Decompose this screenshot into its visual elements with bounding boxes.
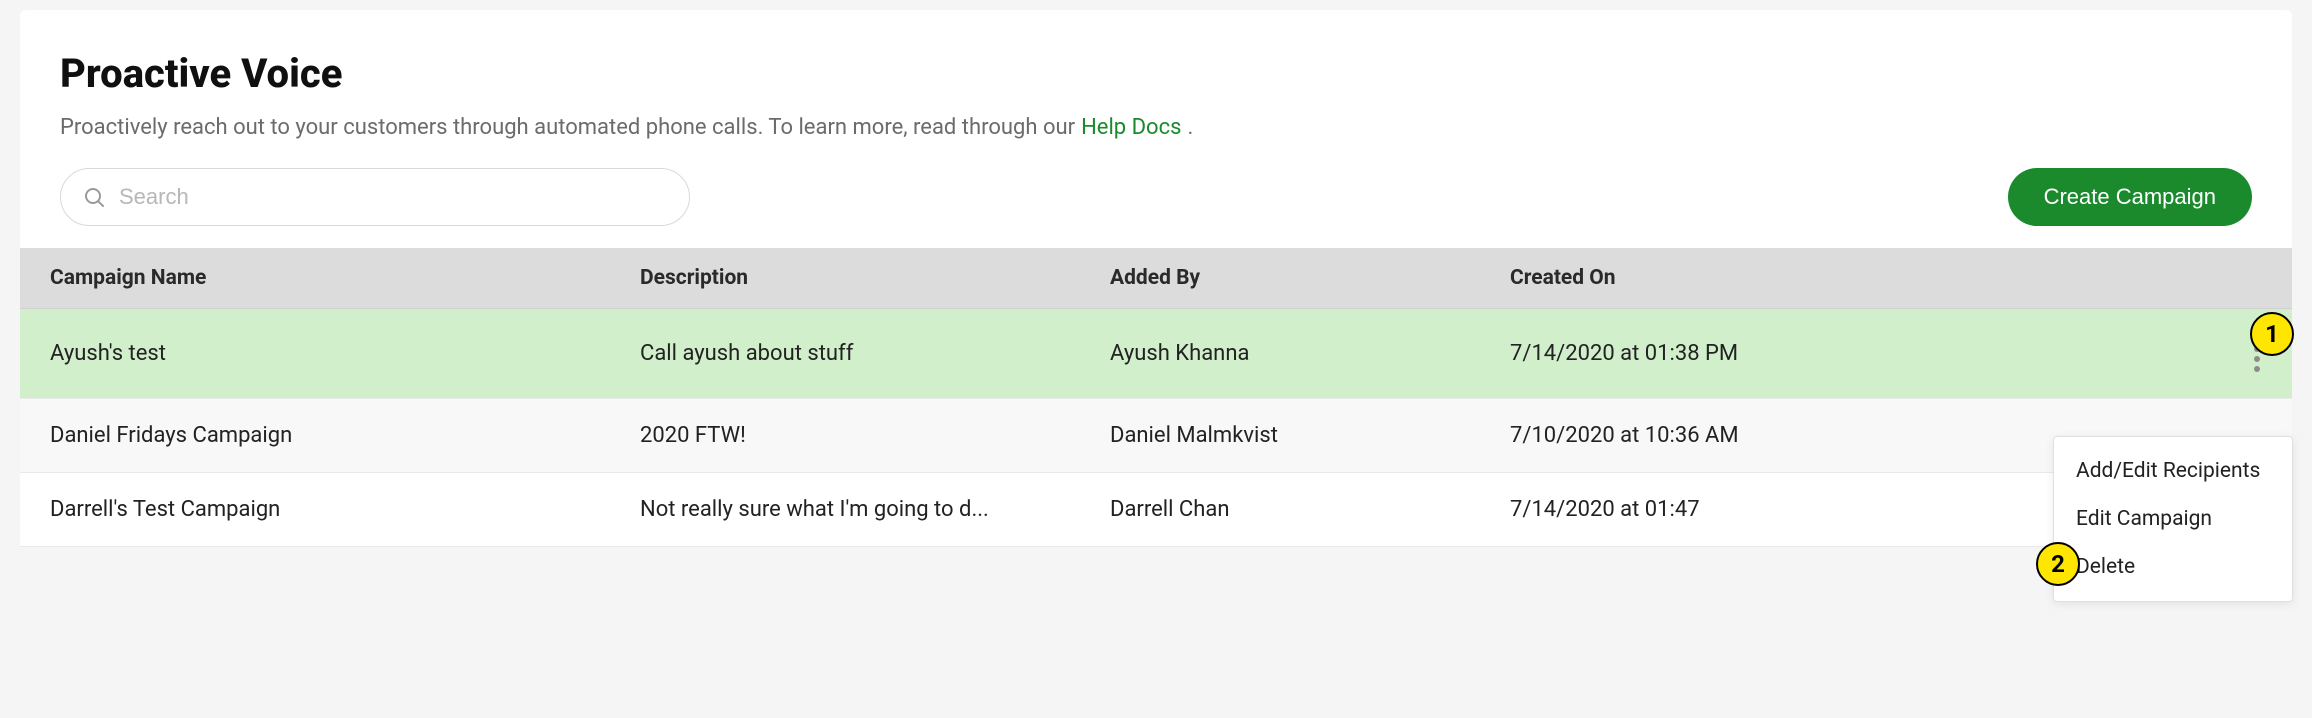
col-header-actions	[2222, 248, 2292, 309]
search-input[interactable]	[60, 168, 690, 226]
search-icon	[82, 185, 106, 209]
cell-description: Call ayush about stuff	[620, 309, 1090, 399]
campaigns-table: Campaign Name Description Added By Creat…	[20, 248, 2292, 547]
row-actions-dropdown: Add/Edit Recipients Edit Campaign Delete	[2053, 436, 2293, 602]
cell-name: Darrell's Test Campaign	[20, 473, 620, 547]
cell-added-by: Darrell Chan	[1090, 473, 1490, 547]
toolbar: Create Campaign	[60, 168, 2252, 226]
table-row[interactable]: Darrell's Test Campaign Not really sure …	[20, 473, 2292, 547]
col-header-description: Description	[620, 248, 1090, 309]
cell-name: Daniel Fridays Campaign	[20, 399, 620, 473]
cell-added-by: Daniel Malmkvist	[1090, 399, 1490, 473]
table-header-row: Campaign Name Description Added By Creat…	[20, 248, 2292, 309]
cell-name: Ayush's test	[20, 309, 620, 399]
subtitle-suffix: .	[1187, 115, 1193, 140]
cell-description: Not really sure what I'm going to d...	[620, 473, 1090, 547]
cell-description: 2020 FTW!	[620, 399, 1090, 473]
search-wrap	[60, 168, 690, 226]
dropdown-add-edit-recipients[interactable]: Add/Edit Recipients	[2054, 447, 2292, 495]
main-card: Proactive Voice Proactively reach out to…	[20, 10, 2292, 547]
page-subtitle: Proactively reach out to your customers …	[60, 115, 2252, 140]
annotation-marker-1: 1	[2250, 312, 2294, 356]
page-title: Proactive Voice	[60, 50, 2252, 97]
table-row[interactable]: Daniel Fridays Campaign 2020 FTW! Daniel…	[20, 399, 2292, 473]
subtitle-text: Proactively reach out to your customers …	[60, 115, 1075, 140]
help-docs-link[interactable]: Help Docs	[1081, 115, 1181, 140]
table-row[interactable]: Ayush's test Call ayush about stuff Ayus…	[20, 309, 2292, 399]
col-header-added-by: Added By	[1090, 248, 1490, 309]
dropdown-edit-campaign[interactable]: Edit Campaign	[2054, 495, 2292, 543]
col-header-name: Campaign Name	[20, 248, 620, 309]
annotation-marker-2: 2	[2036, 542, 2080, 586]
create-campaign-button[interactable]: Create Campaign	[2008, 168, 2252, 226]
col-header-created-on: Created On	[1490, 248, 2222, 309]
dropdown-delete[interactable]: Delete	[2054, 543, 2292, 591]
cell-created-on: 7/14/2020 at 01:38 PM	[1490, 309, 2222, 399]
cell-added-by: Ayush Khanna	[1090, 309, 1490, 399]
